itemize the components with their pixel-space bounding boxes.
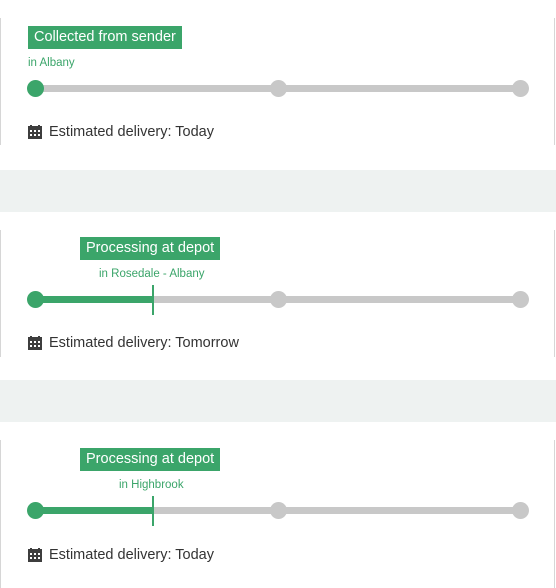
- status-label: Processing at depot: [80, 237, 221, 260]
- calendar-icon: [28, 125, 42, 139]
- card-left-border: [0, 230, 1, 357]
- status-label: Processing at depot: [80, 448, 221, 471]
- progress-marker: [152, 496, 154, 526]
- progress-step-3: [512, 502, 529, 519]
- progress-step-2: [270, 291, 287, 308]
- estimated-delivery: Estimated delivery: Tomorrow: [28, 335, 239, 351]
- location-text: in Highbrook: [119, 479, 184, 491]
- progress-step-1: [27, 502, 44, 519]
- card-right-border: [554, 18, 555, 145]
- card-left-border: [0, 18, 1, 145]
- card-right-border: [554, 440, 555, 588]
- shipment-card: Processing at depot in Rosedale - Albany…: [0, 212, 556, 380]
- progress-marker: [152, 285, 154, 315]
- progress-step-3: [512, 291, 529, 308]
- card-right-border: [554, 230, 555, 357]
- estimated-delivery: Estimated delivery: Today: [28, 547, 214, 563]
- estimated-delivery-text: Estimated delivery: Tomorrow: [49, 335, 239, 351]
- progress-fill: [36, 507, 153, 514]
- shipment-card: Collected from sender in Albany Estimate…: [0, 0, 556, 170]
- estimated-delivery-text: Estimated delivery: Today: [49, 547, 214, 563]
- status-label: Collected from sender: [28, 26, 182, 49]
- calendar-icon: [28, 336, 42, 350]
- progress-step-1: [27, 80, 44, 97]
- progress-step-2: [270, 502, 287, 519]
- location-text: in Rosedale - Albany: [99, 268, 205, 280]
- progress-step-3: [512, 80, 529, 97]
- card-left-border: [0, 440, 1, 588]
- progress-fill: [36, 296, 153, 303]
- calendar-icon: [28, 548, 42, 562]
- shipment-card: Processing at depot in Highbrook Estimat…: [0, 422, 556, 588]
- location-text: in Albany: [28, 57, 75, 69]
- progress-step-2: [270, 80, 287, 97]
- progress-step-1: [27, 291, 44, 308]
- estimated-delivery: Estimated delivery: Today: [28, 124, 214, 140]
- estimated-delivery-text: Estimated delivery: Today: [49, 124, 214, 140]
